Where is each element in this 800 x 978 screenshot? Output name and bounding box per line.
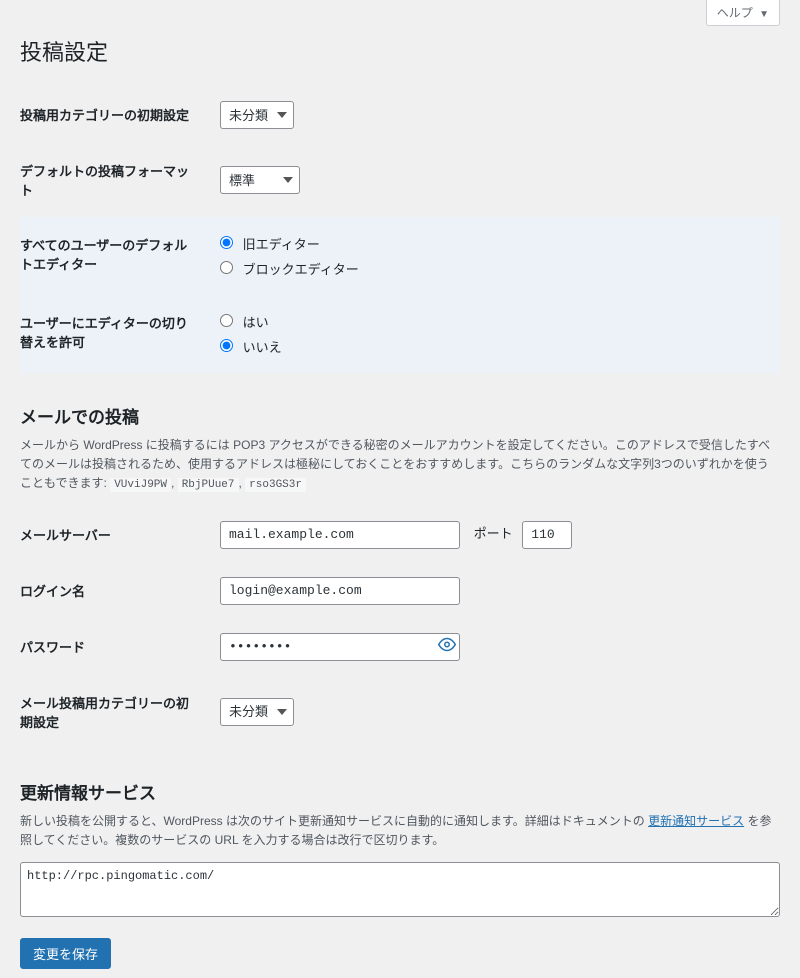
eye-icon[interactable] xyxy=(438,635,456,658)
login-label: ログイン名 xyxy=(20,563,210,619)
page-title: 投稿設定 xyxy=(20,26,780,87)
random-string-1: VUviJ9PW xyxy=(110,478,171,492)
mail-category-label: メール投稿用カテゴリーの初期設定 xyxy=(20,675,210,749)
default-format-select[interactable]: 標準 xyxy=(220,166,300,194)
chevron-down-icon: ▼ xyxy=(759,9,769,20)
default-category-label: 投稿用カテゴリーの初期設定 xyxy=(20,87,210,143)
radio-switch-yes[interactable]: はい xyxy=(220,309,770,334)
radio-switch-no[interactable]: いいえ xyxy=(220,334,770,359)
default-format-label: デフォルトの投稿フォーマット xyxy=(20,143,210,217)
save-button[interactable]: 変更を保存 xyxy=(20,938,111,969)
mail-category-select[interactable]: 未分類 xyxy=(220,698,294,726)
ping-services-textarea[interactable] xyxy=(20,862,780,917)
help-toggle[interactable]: ヘルプ ▼ xyxy=(706,0,780,26)
update-heading: 更新情報サービス xyxy=(20,769,780,804)
update-services-link[interactable]: 更新通知サービス xyxy=(648,814,744,828)
mail-server-input[interactable] xyxy=(220,521,460,549)
radio-yes-input[interactable] xyxy=(220,314,233,327)
default-category-select[interactable]: 未分類 xyxy=(220,101,294,129)
radio-no-input[interactable] xyxy=(220,339,233,352)
default-editor-label: すべてのユーザーのデフォルトエディター xyxy=(20,217,210,295)
login-input[interactable] xyxy=(220,577,460,605)
port-label: ポート xyxy=(474,526,513,541)
password-label: パスワード xyxy=(20,619,210,675)
radio-block-editor[interactable]: ブロックエディター xyxy=(220,256,770,281)
mail-heading: メールでの投稿 xyxy=(20,393,780,428)
random-string-3: rso3GS3r xyxy=(245,478,306,492)
random-string-2: RbjPUue7 xyxy=(178,478,239,492)
mail-server-label: メールサーバー xyxy=(20,507,210,563)
radio-classic-editor[interactable]: 旧エディター xyxy=(220,231,770,256)
radio-block-input[interactable] xyxy=(220,261,233,274)
mail-description: メールから WordPress に投稿するには POP3 アクセスができる秘密の… xyxy=(20,436,780,495)
mail-port-input[interactable] xyxy=(522,521,572,549)
allow-switch-label: ユーザーにエディターの切り替えを許可 xyxy=(20,295,210,373)
help-label: ヘルプ xyxy=(717,6,753,20)
password-input[interactable] xyxy=(220,633,460,661)
update-description: 新しい投稿を公開すると、WordPress は次のサイト更新通知サービスに自動的… xyxy=(20,812,780,850)
radio-classic-input[interactable] xyxy=(220,236,233,249)
